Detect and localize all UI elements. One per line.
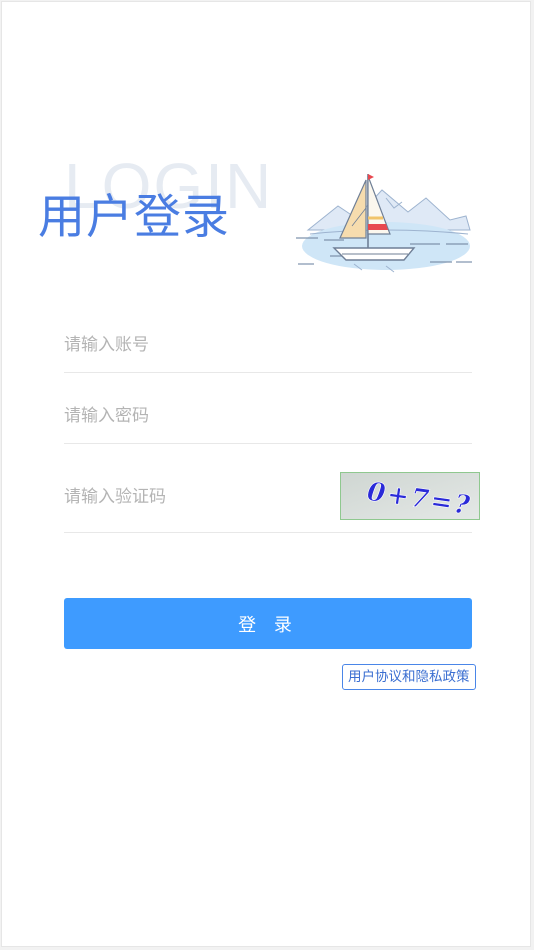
captcha-field-row: 0+7=? bbox=[64, 462, 480, 533]
password-input[interactable] bbox=[64, 401, 324, 431]
login-button[interactable]: 登 录 bbox=[64, 598, 472, 649]
captcha-graphic: 0+7=? bbox=[341, 473, 479, 519]
captcha-image[interactable]: 0+7=? bbox=[340, 472, 480, 520]
sailboat-illustration bbox=[296, 174, 472, 273]
privacy-policy-link[interactable]: 用户协议和隐私政策 bbox=[342, 664, 476, 690]
password-field-row bbox=[64, 391, 472, 444]
captcha-input[interactable] bbox=[64, 482, 324, 512]
login-screen: LOGIN 用户登录 请输入账号 请输入验证码 0+7=? 登 录 用户协议和隐… bbox=[1, 1, 531, 947]
account-field-row bbox=[64, 320, 472, 373]
page-title: 用户登录 bbox=[38, 190, 230, 245]
account-input[interactable] bbox=[64, 330, 324, 360]
login-form: 0+7=? bbox=[64, 320, 480, 533]
